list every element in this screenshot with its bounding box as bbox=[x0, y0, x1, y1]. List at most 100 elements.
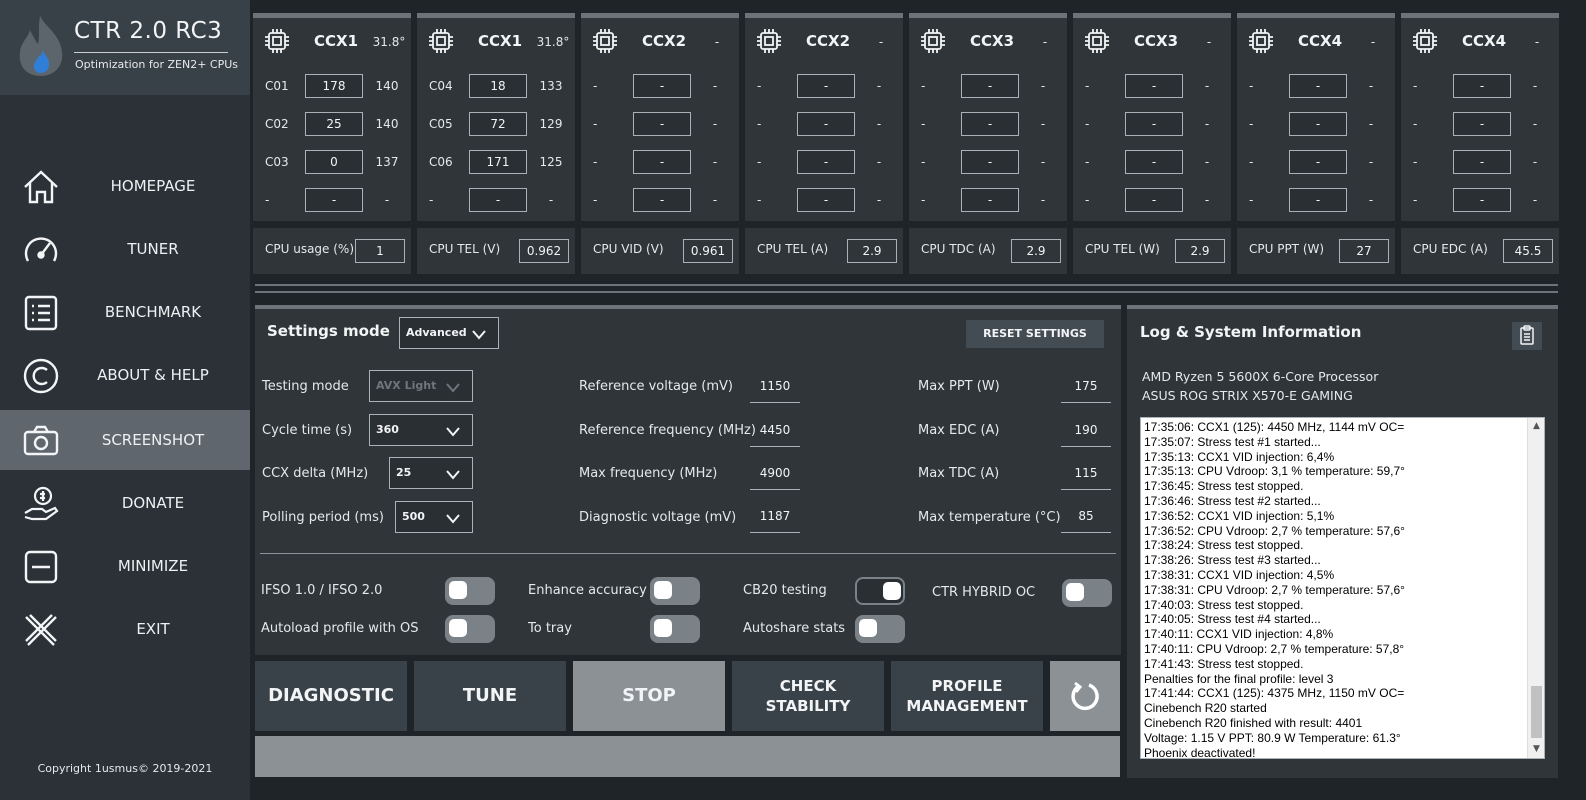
nav-tuner[interactable]: TUNER bbox=[0, 219, 250, 279]
cb20-testing-toggle[interactable] bbox=[855, 577, 905, 605]
cpu-chip-icon bbox=[1085, 29, 1109, 53]
refresh-button[interactable] bbox=[1050, 661, 1120, 731]
max-edc-input[interactable]: 190 bbox=[1061, 421, 1111, 447]
reset-settings-button[interactable]: RESET SETTINGS bbox=[966, 320, 1104, 348]
core-row: --- bbox=[253, 188, 411, 214]
core-curve-offset-value: - bbox=[1453, 150, 1511, 174]
core-label: - bbox=[1249, 79, 1254, 93]
cycle-time-select[interactable]: 360 bbox=[369, 414, 473, 446]
core-curve-offset-value: - bbox=[633, 188, 691, 212]
nav-minimize[interactable]: MINIMIZE bbox=[0, 536, 250, 596]
profile-management-button[interactable]: PROFILE MANAGEMENT bbox=[891, 661, 1043, 731]
reference-frequency-input[interactable]: 4450 bbox=[750, 421, 800, 447]
log-output[interactable]: 17:35:06: CCX1 (125): 4450 MHz, 1144 mV … bbox=[1140, 417, 1545, 759]
metric-label: CPU usage (%) bbox=[265, 242, 355, 256]
log-line: 17:38:26: Stress test #3 started... bbox=[1144, 553, 1321, 568]
max-temperature-input[interactable]: 85 bbox=[1061, 507, 1111, 533]
ccx-temperature: - bbox=[878, 35, 884, 49]
nav-about-help[interactable]: ABOUT & HELP bbox=[0, 345, 250, 405]
ccx-temperature: 31.8° bbox=[536, 35, 570, 49]
ccx-delta-select[interactable]: 25 bbox=[389, 457, 473, 489]
settings-panel: Settings mode Advanced RESET SETTINGS Te… bbox=[255, 305, 1121, 655]
core-row: --- bbox=[909, 188, 1067, 214]
nav-screenshot-label: SCREENSHOT bbox=[101, 431, 205, 449]
autoload-profile-label: Autoload profile with OS bbox=[261, 621, 419, 636]
section-divider bbox=[255, 284, 1558, 296]
core-extra-value: - bbox=[1368, 193, 1374, 207]
log-line: 17:35:13: CCX1 VID injection: 6,4% bbox=[1144, 449, 1335, 464]
testing-mode-select[interactable]: AVX Light bbox=[369, 370, 473, 402]
chevron-down-icon bbox=[446, 383, 460, 393]
settings-title: Settings mode bbox=[267, 322, 390, 340]
copy-log-button[interactable] bbox=[1512, 322, 1542, 350]
core-row: --- bbox=[1237, 150, 1395, 176]
cycle-time-label: Cycle time (s) bbox=[262, 423, 353, 438]
max-ppt-input[interactable]: 175 bbox=[1061, 377, 1111, 403]
max-frequency-input[interactable]: 4900 bbox=[750, 464, 800, 490]
diagnostic-voltage-input[interactable]: 1187 bbox=[750, 507, 800, 533]
log-line: Voltage: 1.15 V PPT: 80.9 W Temperature:… bbox=[1144, 730, 1401, 745]
nav-benchmark[interactable]: BENCHMARK bbox=[0, 282, 250, 342]
core-label: C04 bbox=[429, 79, 453, 93]
autoload-profile-toggle[interactable] bbox=[445, 615, 495, 643]
metric-label: CPU TEL (V) bbox=[429, 242, 501, 256]
core-label: - bbox=[593, 193, 598, 207]
nav-screenshot[interactable]: SCREENSHOT bbox=[0, 410, 250, 470]
check-stability-button[interactable]: CHECK STABILITY bbox=[732, 661, 884, 731]
log-line: 17:35:07: Stress test #1 started... bbox=[1144, 434, 1321, 449]
scroll-thumb[interactable] bbox=[1531, 686, 1542, 738]
nav-homepage[interactable]: HOMEPAGE bbox=[0, 156, 250, 216]
reference-voltage-input[interactable]: 1150 bbox=[750, 377, 800, 403]
core-label: - bbox=[921, 117, 926, 131]
enhance-accuracy-label: Enhance accuracy bbox=[528, 583, 647, 598]
nav-tuner-label: TUNER bbox=[127, 240, 179, 258]
core-label: - bbox=[1413, 117, 1418, 131]
nav-exit[interactable]: EXIT bbox=[0, 599, 250, 659]
nav-donate-label: DONATE bbox=[121, 494, 185, 512]
ccx-temperature: - bbox=[714, 35, 720, 49]
testing-mode-value: AVX Light bbox=[376, 379, 437, 392]
scroll-up-icon[interactable]: ▲ bbox=[1528, 418, 1544, 435]
core-row: --- bbox=[1401, 74, 1559, 100]
toggle-knob bbox=[449, 619, 467, 637]
tune-button[interactable]: TUNE bbox=[414, 661, 566, 731]
core-row: --- bbox=[581, 150, 739, 176]
metric-box: CPU VID (V) 0.961 bbox=[581, 228, 739, 274]
max-ppt-label: Max PPT (W) bbox=[918, 379, 1000, 394]
autoshare-stats-toggle[interactable] bbox=[855, 615, 905, 643]
polling-period-label: Polling period (ms) bbox=[262, 510, 384, 525]
ifso-toggle[interactable] bbox=[445, 577, 495, 605]
metric-value: 45.5 bbox=[1503, 239, 1553, 263]
core-extra-value: - bbox=[1040, 155, 1046, 169]
core-label: - bbox=[1085, 155, 1090, 169]
core-label: - bbox=[1249, 193, 1254, 207]
core-row: --- bbox=[1073, 188, 1231, 214]
core-extra-value: - bbox=[1368, 155, 1374, 169]
core-curve-offset-value: - bbox=[961, 112, 1019, 136]
core-extra-value: 133 bbox=[539, 79, 563, 93]
diagnostic-button[interactable]: DIAGNOSTIC bbox=[255, 661, 407, 731]
log-line: 17:38:24: Stress test stopped. bbox=[1144, 538, 1304, 553]
core-row: C05 72 129 bbox=[417, 112, 575, 138]
nav-donate[interactable]: DONATE bbox=[0, 473, 250, 533]
metric-value: 1 bbox=[355, 239, 405, 263]
log-scrollbar[interactable]: ▲ ▼ bbox=[1527, 418, 1544, 758]
log-line: 17:36:52: CPU Vdroop: 2,7 % temperature:… bbox=[1144, 523, 1405, 538]
enhance-accuracy-toggle[interactable] bbox=[650, 577, 700, 605]
core-curve-offset-value: - bbox=[797, 112, 855, 136]
core-curve-offset-value: - bbox=[1125, 150, 1183, 174]
max-tdc-input[interactable]: 115 bbox=[1061, 464, 1111, 490]
ccx-name: CCX4 bbox=[1461, 32, 1507, 50]
ctr-hybrid-oc-toggle[interactable] bbox=[1062, 579, 1112, 607]
stop-button[interactable]: STOP bbox=[573, 661, 725, 731]
log-line: 17:38:31: CPU Vdroop: 2,7 % temperature:… bbox=[1144, 582, 1405, 597]
core-row: --- bbox=[1237, 74, 1395, 100]
core-extra-value: - bbox=[1532, 79, 1538, 93]
scroll-down-icon[interactable]: ▼ bbox=[1528, 741, 1544, 758]
metric-box: CPU TEL (W) 2.9 bbox=[1073, 228, 1231, 274]
settings-mode-select[interactable]: Advanced bbox=[399, 317, 499, 349]
log-line: 17:36:46: Stress test #2 started... bbox=[1144, 493, 1321, 508]
polling-period-select[interactable]: 500 bbox=[395, 501, 473, 533]
core-row: --- bbox=[1073, 150, 1231, 176]
to-tray-toggle[interactable] bbox=[650, 615, 700, 643]
